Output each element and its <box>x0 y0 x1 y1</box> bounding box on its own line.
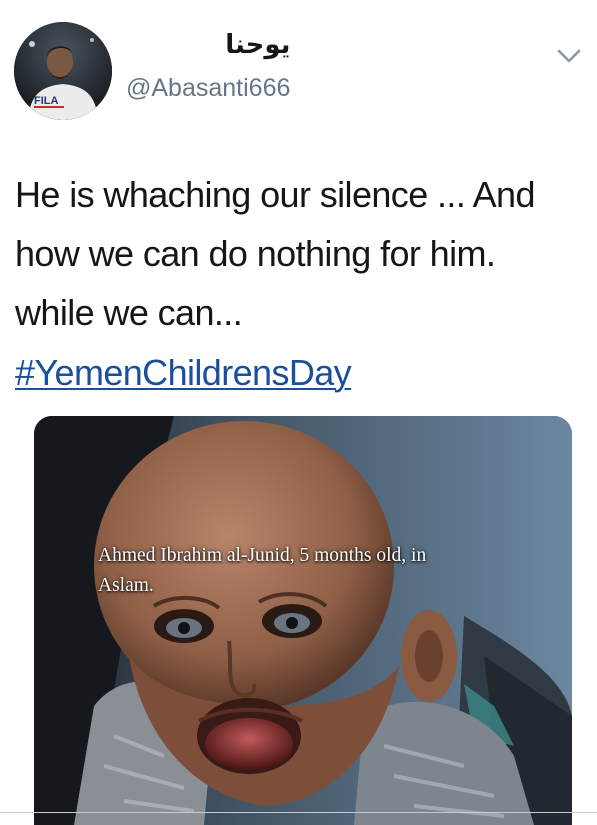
user-names: يوحنا @Abasanti666 <box>126 28 290 104</box>
display-name[interactable]: يوحنا <box>126 28 290 66</box>
avatar-image: FILA <box>14 22 112 120</box>
divider <box>0 812 597 813</box>
user-handle[interactable]: @Abasanti666 <box>126 72 290 104</box>
tweet-media[interactable]: Ahmed Ibrahim al-Junid, 5 months old, in… <box>34 416 572 825</box>
media-caption-line: Aslam. <box>98 575 154 596</box>
tweet-text: He is whaching our silence ... And how w… <box>15 165 590 342</box>
chevron-down-icon[interactable] <box>555 42 583 70</box>
tweet-text-line: how we can do nothing for him. <box>15 233 496 274</box>
media-caption: Ahmed Ibrahim al-Junid, 5 months old, in… <box>98 541 518 601</box>
hashtag-link[interactable]: #YemenChildrensDay <box>15 343 352 402</box>
tweet-text-line: while we can... <box>15 292 243 333</box>
svg-text:FILA: FILA <box>34 95 58 107</box>
media-caption-line: Ahmed Ibrahim al-Junid, 5 months old, in <box>98 545 427 566</box>
avatar[interactable]: FILA <box>14 22 112 120</box>
tweet-text-line: He is whaching our silence ... And <box>15 174 536 215</box>
media-photo <box>34 416 572 825</box>
tweet-header: FILA يوحنا @Abasanti666 <box>0 0 597 130</box>
